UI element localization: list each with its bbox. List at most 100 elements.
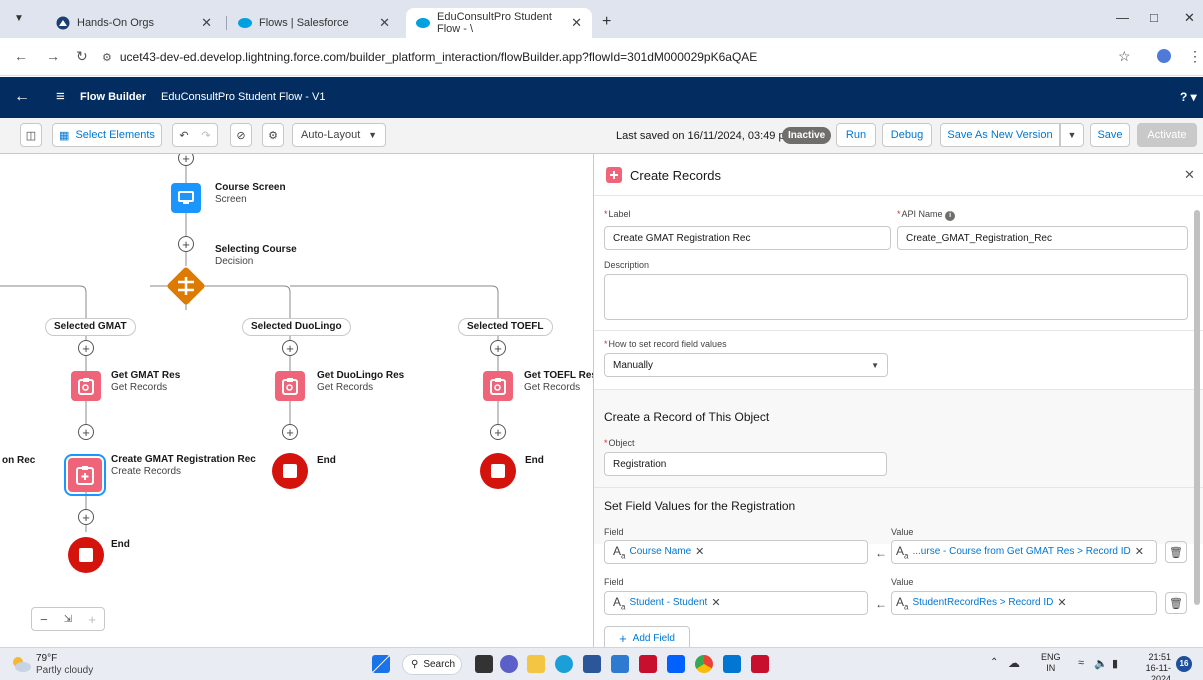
add-element-button[interactable]: + [490,424,506,440]
toggle-panel-button[interactable]: ◫ [20,123,42,147]
store-icon[interactable] [583,655,601,673]
edge-browser-icon[interactable] [555,655,573,673]
how-select[interactable]: Manually ▼ [604,353,888,377]
browser-tab-hands-on-orgs[interactable]: Hands-On Orgs ✕ [46,8,222,38]
weather-cloud-icon[interactable] [10,655,32,673]
add-element-button[interactable]: + [78,509,94,525]
minimize-icon[interactable]: — [1116,10,1129,25]
site-info-icon[interactable]: ⚙ [102,51,112,64]
add-element-button[interactable]: + [178,236,194,252]
add-element-button[interactable]: + [282,424,298,440]
create-records-icon[interactable] [64,454,106,496]
add-element-button[interactable]: + [78,340,94,356]
volume-icon[interactable]: 🔈 [1094,657,1108,670]
back-icon[interactable]: ← [14,88,30,106]
chrome-icon[interactable] [695,655,713,673]
get-records-icon[interactable] [483,371,513,401]
end-icon[interactable] [68,537,104,573]
dropbox-icon[interactable] [667,655,685,673]
create-gmat-registration-node[interactable]: Create GMAT Registration Rec Create Reco… [111,454,256,478]
add-field-button[interactable]: + Add Field [604,626,690,647]
browser-tab-educonsultpro[interactable]: EduConsultPro Student Flow - \ ✕ [406,8,592,38]
get-records-icon[interactable] [275,371,305,401]
taskbar-search[interactable]: ⚲ Search [402,654,462,675]
fit-view-icon[interactable]: ⇲ [64,614,72,625]
field-input[interactable]: Aa Course Name ✕ [604,540,868,564]
zoom-in-icon[interactable]: + [88,612,96,627]
new-tab-icon[interactable]: + [602,13,611,31]
save-options-menu[interactable]: ▼ [1060,123,1084,147]
add-element-button[interactable]: + [78,424,94,440]
settings-button[interactable]: ⚙ [262,123,284,147]
show-hidden-icons[interactable]: ⌃ [990,657,998,668]
close-tab-icon[interactable]: ✕ [571,15,582,31]
end-icon[interactable] [272,453,308,489]
reload-icon[interactable]: ↻ [76,48,88,65]
remove-token-icon[interactable]: ✕ [1135,545,1144,558]
screen-element-icon[interactable] [171,183,201,213]
app-icon[interactable] [723,655,741,673]
language-indicator[interactable]: ENG IN [1041,652,1061,674]
browser-tab-flows-salesforce[interactable]: Flows | Salesforce ✕ [228,8,400,38]
panel-scrollbar[interactable] [1194,210,1200,605]
task-view-icon[interactable] [475,655,493,673]
close-tab-icon[interactable]: ✕ [201,15,212,31]
mcafee-icon[interactable] [639,655,657,673]
clock[interactable]: 21:51 16-11-2024 [1135,652,1171,680]
windows-start-icon[interactable] [372,655,390,673]
add-element-button[interactable]: + [490,340,506,356]
url-field[interactable]: ⚙ ucet43-dev-ed.develop.lightning.force.… [102,46,1102,68]
file-explorer-icon[interactable] [527,655,545,673]
delete-row-button[interactable]: 🗑 [1165,592,1187,614]
select-elements-button[interactable]: ▦ Select Elements [52,123,162,147]
undo-icon[interactable]: ↶ [179,129,188,142]
api-name-input[interactable]: Create_GMAT_Registration_Rec [897,226,1188,250]
battery-icon[interactable]: ▮ [1112,657,1118,670]
decision-element-icon[interactable] [164,264,208,308]
remove-token-icon[interactable]: ✕ [695,545,704,558]
remove-token-icon[interactable]: ✕ [1057,596,1066,609]
linkedin-icon[interactable] [611,655,629,673]
save-as-new-version-button[interactable]: Save As New Version [940,123,1060,147]
get-gmat-res-node[interactable]: Get GMAT Res Get Records [111,370,180,394]
redo-icon[interactable]: ↷ [201,129,210,142]
mcafee-icon[interactable] [751,655,769,673]
close-icon[interactable]: ✕ [1184,167,1195,183]
help-menu[interactable]: ? ▾ [1180,90,1197,104]
end-icon[interactable] [480,453,516,489]
layout-select[interactable]: Auto-Layout ▼ [292,123,386,147]
outcome-selected-gmat[interactable]: Selected GMAT [45,318,136,336]
errors-button[interactable]: ⊘ [230,123,252,147]
flow-canvas[interactable]: + Course Screen Screen + Selecting Cours… [0,154,593,647]
tab-search-icon[interactable]: ▼ [14,13,24,24]
get-duolingo-res-node[interactable]: Get DuoLingo Res Get Records [317,370,404,394]
add-element-button[interactable]: + [282,340,298,356]
back-arrow-icon[interactable]: ← [14,48,28,64]
save-button[interactable]: Save [1090,123,1130,147]
value-input[interactable]: Aa StudentRecordRes > Record ID ✕ [891,591,1157,615]
remove-token-icon[interactable]: ✕ [711,596,720,609]
label-input[interactable]: Create GMAT Registration Rec [604,226,891,250]
debug-button[interactable]: Debug [882,123,932,147]
zoom-out-icon[interactable]: − [40,612,48,627]
restore-icon[interactable]: □ [1150,10,1158,25]
activate-button[interactable]: Activate [1137,123,1197,147]
outcome-selected-duolingo[interactable]: Selected DuoLingo [242,318,351,336]
value-input[interactable]: Aa ...urse - Course from Get GMAT Res > R… [891,540,1157,564]
forward-arrow-icon[interactable]: → [46,48,60,64]
close-window-icon[interactable]: ✕ [1184,10,1195,26]
course-screen-node[interactable]: Course Screen Screen [215,182,286,206]
bookmark-star-icon[interactable]: ☆ [1118,48,1131,65]
onedrive-cloud-icon[interactable]: ☁ [1008,656,1020,670]
description-textarea[interactable] [604,274,1188,320]
run-button[interactable]: Run [836,123,876,147]
offscreen-node-label[interactable]: on Rec [2,455,35,467]
object-input[interactable]: Registration [604,452,887,476]
outcome-selected-toefl[interactable]: Selected TOEFL [458,318,553,336]
field-input[interactable]: Aa Student - Student ✕ [604,591,868,615]
delete-row-button[interactable]: 🗑 [1165,541,1187,563]
get-records-icon[interactable] [71,371,101,401]
profile-avatar-icon[interactable] [1157,49,1171,63]
chat-icon[interactable] [500,655,518,673]
more-menu-icon[interactable]: ⋮ [1188,48,1202,65]
